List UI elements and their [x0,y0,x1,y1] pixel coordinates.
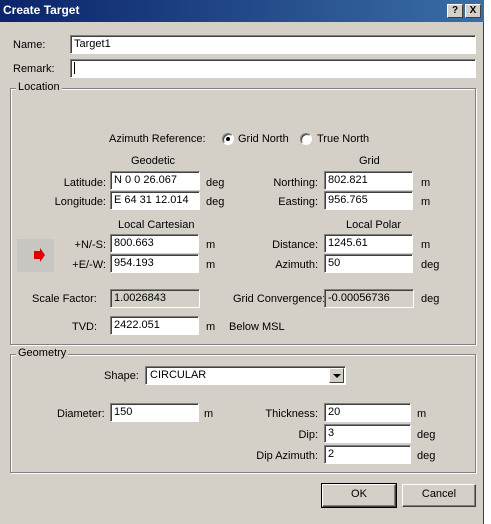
dip-label: Dip: [298,429,318,441]
grid-north-label[interactable]: Grid North [238,133,289,145]
remark-label: Remark: [13,63,55,75]
thickness-label: Thickness: [265,408,318,420]
window-title: Create Target [3,3,80,17]
dip-azimuth-label: Dip Azimuth: [256,450,318,462]
shape-label: Shape: [104,370,139,382]
close-button[interactable]: X [465,4,481,18]
dip-input[interactable]: 3 [324,424,411,443]
create-target-dialog: Create Target ? X Name: Target1 Remark: … [0,0,484,524]
shape-dropdown-button[interactable] [329,368,344,383]
easting-unit: m [421,196,431,208]
distance-unit: m [421,239,431,251]
grid-north-radio[interactable] [222,133,234,145]
chevron-down-icon [333,374,341,378]
diameter-unit: m [204,408,214,420]
northing-unit: m [421,177,431,189]
help-button[interactable]: ? [447,4,463,18]
dip-azimuth-input[interactable]: 2 [324,445,411,464]
shape-value: CIRCULAR [150,369,207,381]
background-strip [484,0,491,524]
name-label: Name: [13,39,46,51]
shape-select[interactable]: CIRCULAR [145,366,346,385]
geometry-group-title: Geometry [16,347,69,359]
grid-header: Grid [359,155,380,167]
true-north-radio[interactable] [300,133,312,145]
title-bar: Create Target ? X [0,0,484,22]
thickness-input[interactable]: 20 [324,403,411,422]
tvd-label: TVD: [72,321,98,333]
radio-selected-dot [226,137,230,141]
thickness-unit: m [417,408,427,420]
ns-input[interactable]: 800.663 [110,234,199,253]
northing-label: Northing: [273,177,318,189]
local-polar-header: Local Polar [346,219,402,231]
ew-unit: m [206,259,216,271]
diameter-label: Diameter: [57,408,105,420]
grid-convergence-field: -0.00056736 [324,289,414,308]
grid-convergence-label: Grid Convergence: [233,293,326,305]
ns-unit: m [206,239,216,251]
ew-label: +E/-W: [72,259,106,271]
cancel-button[interactable]: Cancel [402,484,476,507]
tvd-reference: Below MSL [229,321,285,333]
easting-input[interactable]: 956.765 [324,191,413,210]
name-input[interactable]: Target1 [70,35,476,54]
longitude-input[interactable]: E 64 31 12.014 [110,191,200,210]
distance-input[interactable]: 1245.61 [324,234,413,253]
easting-label: Easting: [278,196,318,208]
azimuth-reference-label: Azimuth Reference: [109,133,206,145]
ns-label: +N/-S: [74,239,106,251]
grid-convergence-unit: deg [421,293,440,305]
tvd-unit: m [206,321,216,333]
longitude-label: Longitude: [54,196,106,208]
latitude-unit: deg [206,177,225,189]
geodetic-header: Geodetic [131,155,176,167]
true-north-label[interactable]: True North [317,133,369,145]
remark-input[interactable] [70,59,476,78]
dip-unit: deg [417,429,436,441]
azimuth-input[interactable]: 50 [324,254,413,273]
latitude-input[interactable]: N 0 0 26.067 [110,171,200,190]
location-group-title: Location [16,81,62,93]
longitude-unit: deg [206,196,225,208]
northing-input[interactable]: 802.821 [324,171,413,190]
azimuth-unit: deg [421,259,440,271]
scale-factor-label: Scale Factor: [32,293,97,305]
ew-input[interactable]: 954.193 [110,254,199,273]
scale-factor-field: 1.0026843 [110,289,200,308]
ok-button[interactable]: OK [321,483,397,508]
azimuth-label: Azimuth: [275,259,318,271]
distance-label: Distance: [272,239,318,251]
local-cartesian-header: Local Cartesian [118,219,195,231]
dip-azimuth-unit: deg [417,450,436,462]
diameter-input[interactable]: 150 [110,403,199,422]
text-caret [74,62,75,75]
latitude-label: Latitude: [63,177,106,189]
tvd-input[interactable]: 2422.051 [110,316,199,335]
